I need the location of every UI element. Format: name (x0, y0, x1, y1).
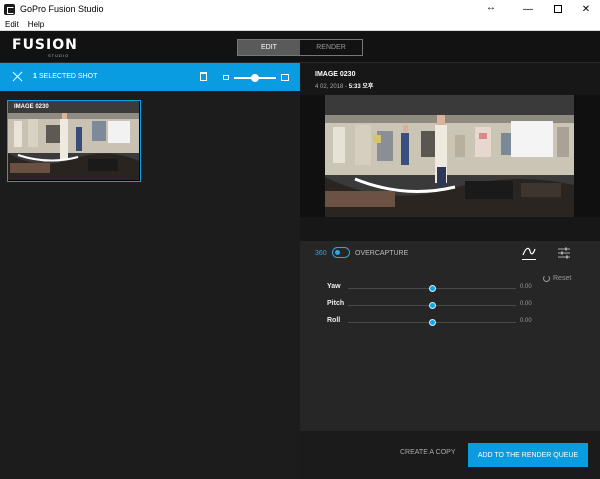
curve-icon (522, 247, 536, 256)
menu-item-edit[interactable]: Edit (5, 20, 19, 29)
roll-label: Roll (327, 317, 341, 324)
thumbnail-size-slider-handle[interactable] (251, 73, 259, 82)
thumbnail-large-icon[interactable] (281, 74, 289, 81)
media-library-pane: 1 SELECTED SHOT IMAGE 0230 (0, 63, 300, 479)
shot-time: 5:33 오후 (348, 84, 374, 90)
shot-date-text: 4 02, 2018 - (315, 84, 348, 90)
window-title: GoPro Fusion Studio (20, 4, 104, 14)
mode-switch: EDIT RENDER (237, 39, 363, 56)
app-header: FUSION STUDIO EDIT RENDER (0, 31, 600, 63)
fusion-logo-subtitle: STUDIO (48, 53, 70, 58)
media-tile-label: IMAGE 0230 (14, 104, 49, 110)
media-thumbnail-image (8, 101, 139, 180)
sliders-icon (558, 247, 570, 259)
tab-edit[interactable]: EDIT (238, 40, 300, 55)
tab-render[interactable]: RENDER (300, 40, 362, 55)
pitch-value: 0.00 (520, 301, 532, 307)
reset-button[interactable]: Reset (553, 275, 571, 282)
selection-count: 1 (33, 73, 37, 80)
thumbnail-small-icon[interactable] (223, 75, 229, 80)
tab-orientation[interactable] (522, 246, 536, 260)
media-tile[interactable]: IMAGE 0230 (7, 100, 141, 182)
editor-pane: IMAGE 0230 4 02, 2018 - 5:33 오후 360 OVER… (300, 63, 600, 479)
reset-icon[interactable] (543, 275, 550, 282)
close-window-button[interactable]: ✕ (570, 0, 600, 18)
resize-arrows-icon[interactable]: ↔ (486, 2, 496, 13)
window-titlebar: GoPro Fusion Studio ↔ — ✕ (0, 0, 600, 18)
roll-value: 0.00 (520, 318, 532, 324)
mode-overcapture-label: OVERCAPTURE (355, 250, 409, 257)
trash-icon[interactable] (200, 72, 207, 81)
yaw-value: 0.00 (520, 284, 532, 290)
selection-bar: 1 SELECTED SHOT (0, 63, 300, 91)
roll-slider-handle[interactable] (429, 318, 436, 326)
action-footer: CREATE A COPY ADD TO THE RENDER QUEUE (300, 431, 600, 479)
pitch-label: Pitch (327, 300, 345, 307)
app-logo-icon (4, 3, 15, 15)
overcapture-toggle[interactable] (332, 247, 350, 258)
mode-360-label: 360 (315, 250, 327, 257)
adjustment-panel: 360 OVERCAPTURE Reset Yaw 0.00 Pitch 0.0… (300, 241, 600, 431)
tab-adjustments[interactable] (558, 247, 570, 259)
clear-selection-icon[interactable] (12, 71, 23, 82)
menu-bar: Edit Help (0, 18, 600, 31)
menu-item-help[interactable]: Help (28, 20, 44, 29)
shot-title: IMAGE 0230 (315, 71, 356, 78)
preview-panorama-image (325, 95, 574, 217)
minimize-button[interactable]: — (512, 0, 544, 18)
selection-label: SELECTED SHOT (39, 73, 98, 80)
shot-date: 4 02, 2018 - 5:33 오후 (315, 81, 373, 90)
yaw-label: Yaw (327, 283, 341, 290)
preview-image[interactable] (325, 95, 574, 217)
create-copy-button[interactable]: CREATE A COPY (400, 449, 456, 456)
yaw-slider-handle[interactable] (429, 284, 436, 292)
maximize-icon (554, 5, 562, 13)
fusion-logo: FUSION (12, 37, 78, 53)
pitch-slider-handle[interactable] (429, 301, 436, 309)
add-to-render-queue-button[interactable]: ADD TO THE RENDER QUEUE (468, 443, 588, 467)
